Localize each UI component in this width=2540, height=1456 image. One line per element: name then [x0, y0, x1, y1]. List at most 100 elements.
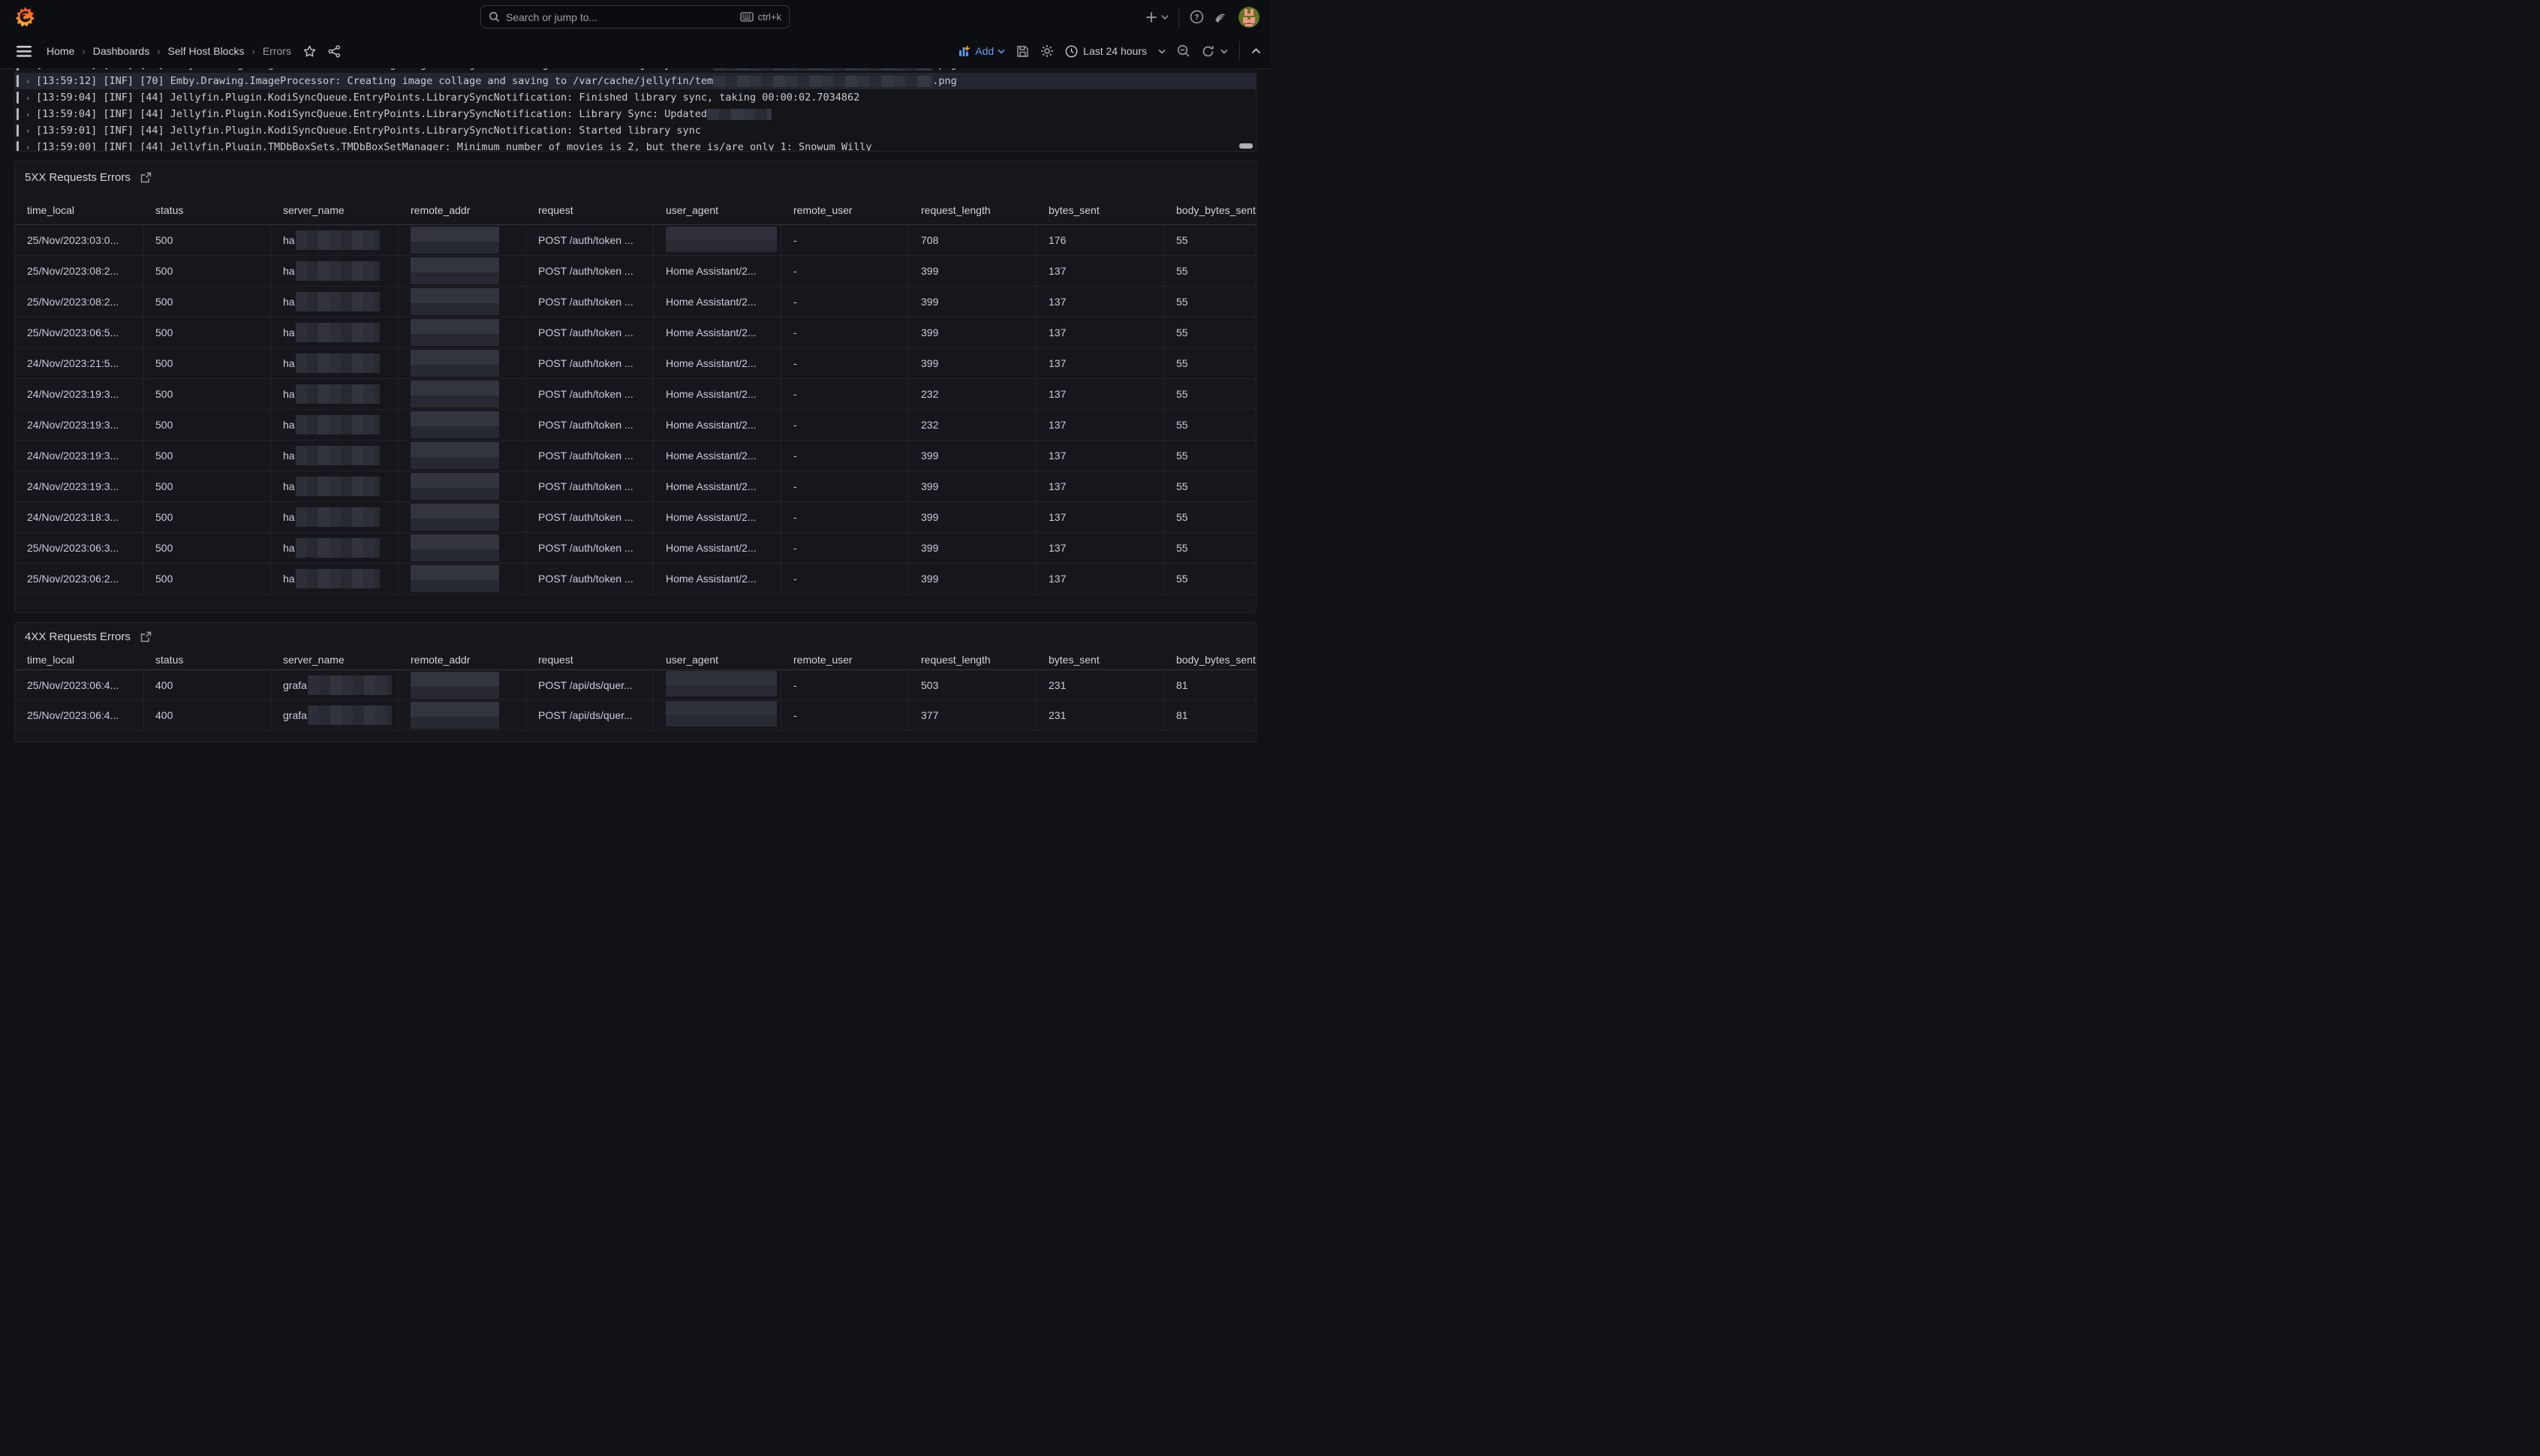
search-input[interactable]: Search or jump to... ctrl+k: [480, 5, 790, 29]
redacted-remote-addr: [411, 381, 499, 408]
help-icon[interactable]: ?: [1190, 10, 1204, 24]
cell-remote-addr: [399, 287, 526, 317]
cell-bytes-sent: 137: [1037, 502, 1164, 532]
log-expand-chevron-icon[interactable]: ›: [23, 93, 32, 103]
cell-remote-addr: [399, 670, 526, 699]
column-header[interactable]: time_local: [15, 196, 143, 224]
svg-text:?: ?: [1194, 13, 1199, 22]
time-range-picker[interactable]: Last 24 hours: [1065, 45, 1166, 58]
column-header[interactable]: body_bytes_sent: [1164, 650, 1256, 669]
column-header[interactable]: remote_user: [781, 196, 909, 224]
column-header[interactable]: user_agent: [654, 196, 781, 224]
cell-bytes-sent: 176: [1037, 225, 1164, 255]
share-icon[interactable]: [328, 45, 341, 58]
log-expand-chevron-icon[interactable]: ›: [23, 68, 32, 70]
dashboard-settings-gear-icon[interactable]: [1040, 44, 1054, 58]
grafana-logo-icon[interactable]: [15, 6, 35, 28]
column-header[interactable]: request: [526, 650, 654, 669]
search-placeholder: Search or jump to...: [506, 11, 734, 23]
breadcrumb-dashboards[interactable]: Dashboards: [93, 45, 150, 57]
column-header[interactable]: time_local: [15, 650, 143, 669]
refresh-interval-chevron-icon[interactable]: [1220, 49, 1228, 54]
column-header[interactable]: user_agent: [654, 650, 781, 669]
refresh-icon[interactable]: [1202, 45, 1214, 58]
log-level-bar: [17, 125, 19, 137]
redacted-server-name: [296, 353, 380, 373]
table-row: 25/Nov/2023:06:4... 400 grafa POST /api/…: [15, 700, 1256, 730]
redacted-server-name: [296, 569, 380, 588]
redacted-remote-addr: [411, 442, 499, 469]
column-header[interactable]: status: [143, 650, 271, 669]
cell-bytes-sent: 231: [1037, 700, 1164, 730]
cell-time-local: 24/Nov/2023:21:5...: [15, 348, 143, 378]
chevron-right-icon: ›: [82, 46, 85, 57]
cell-server-name: ha: [271, 348, 399, 378]
column-header[interactable]: remote_addr: [399, 196, 526, 224]
cell-request: POST /auth/token ...: [526, 471, 654, 501]
menu-toggle-icon[interactable]: [17, 46, 32, 57]
breadcrumb-home[interactable]: Home: [47, 45, 74, 57]
external-link-icon[interactable]: [140, 172, 152, 183]
column-header[interactable]: bytes_sent: [1037, 196, 1164, 224]
cell-request: POST /auth/token ...: [526, 410, 654, 440]
column-header[interactable]: request_length: [909, 196, 1037, 224]
table-row: 24/Nov/2023:21:5... 500 ha POST /auth/to…: [15, 348, 1256, 379]
cell-user-agent: Home Assistant/2...: [654, 379, 781, 409]
redacted-remote-addr: [411, 350, 499, 377]
column-header[interactable]: server_name: [271, 196, 399, 224]
cell-status: 500: [143, 471, 271, 501]
cell-server-name: ha: [271, 225, 399, 255]
column-header[interactable]: request: [526, 196, 654, 224]
column-header[interactable]: body_bytes_sent: [1164, 196, 1256, 224]
redacted-server-name: [308, 705, 392, 725]
cell-remote-user: -: [781, 256, 909, 286]
favorite-star-icon[interactable]: [303, 45, 316, 58]
cell-remote-addr: [399, 317, 526, 347]
cell-bytes-sent: 231: [1037, 670, 1164, 699]
cell-remote-addr: [399, 564, 526, 594]
clock-icon: [1065, 45, 1078, 58]
cell-time-local: 25/Nov/2023:06:4...: [15, 670, 143, 699]
user-avatar[interactable]: [1238, 7, 1259, 28]
cell-time-local: 24/Nov/2023:19:3...: [15, 379, 143, 409]
chevron-down-icon: [1158, 49, 1166, 54]
panel-title[interactable]: 4XX Requests Errors: [25, 630, 131, 643]
add-panel-button[interactable]: Add: [959, 45, 1005, 57]
log-expand-chevron-icon[interactable]: ›: [23, 143, 32, 152]
cell-user-agent: Home Assistant/2...: [654, 564, 781, 594]
panel-title[interactable]: 5XX Requests Errors: [25, 171, 131, 184]
column-header[interactable]: server_name: [271, 650, 399, 669]
cell-user-agent: [654, 225, 781, 255]
cell-request-length: 399: [909, 471, 1037, 501]
chevron-right-icon: ›: [157, 46, 160, 57]
collapse-toolbar-caret-icon[interactable]: [1251, 48, 1261, 54]
column-header[interactable]: request_length: [909, 650, 1037, 669]
table-row: 24/Nov/2023:19:3... 500 ha POST /auth/to…: [15, 471, 1256, 502]
log-expand-chevron-icon[interactable]: ›: [23, 77, 32, 86]
scrollbar-thumb[interactable]: [1239, 143, 1253, 149]
cell-status: 500: [143, 287, 271, 317]
zoom-out-icon[interactable]: [1177, 44, 1190, 58]
column-header[interactable]: remote_addr: [399, 650, 526, 669]
cell-request: POST /auth/token ...: [526, 287, 654, 317]
cell-request-length: 399: [909, 317, 1037, 347]
column-header[interactable]: bytes_sent: [1037, 650, 1164, 669]
cell-remote-addr: [399, 410, 526, 440]
log-expand-chevron-icon[interactable]: ›: [23, 110, 32, 119]
breadcrumb-self-host-blocks[interactable]: Self Host Blocks: [168, 45, 245, 57]
cell-status: 400: [143, 670, 271, 699]
news-rss-icon[interactable]: [1214, 11, 1228, 24]
cell-time-local: 25/Nov/2023:06:3...: [15, 533, 143, 563]
time-range-label: Last 24 hours: [1083, 45, 1147, 57]
add-new-button[interactable]: [1145, 11, 1168, 23]
save-dashboard-icon[interactable]: [1016, 45, 1029, 58]
cell-remote-user: -: [781, 502, 909, 532]
column-header[interactable]: remote_user: [781, 650, 909, 669]
table-row: 25/Nov/2023:06:4... 400 grafa POST /api/…: [15, 670, 1256, 700]
column-header[interactable]: status: [143, 196, 271, 224]
cell-status: 500: [143, 533, 271, 563]
external-link-icon[interactable]: [140, 631, 152, 642]
log-expand-chevron-icon[interactable]: ›: [23, 126, 32, 136]
cell-request-length: 399: [909, 256, 1037, 286]
table-row: 25/Nov/2023:08:2... 500 ha POST /auth/to…: [15, 287, 1256, 317]
